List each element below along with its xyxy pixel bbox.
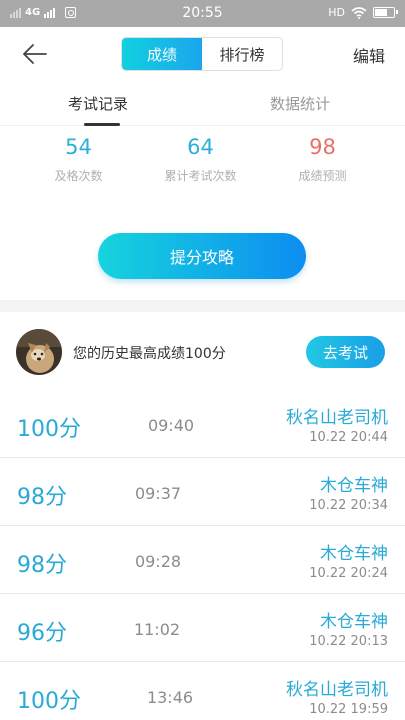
avatar	[16, 329, 62, 375]
record-date: 10.22 20:34	[309, 498, 388, 513]
record-row[interactable]: 98分 09:28 木仓车神 10.22 20:24	[0, 526, 405, 594]
edit-button[interactable]: 编辑	[353, 43, 385, 67]
record-duration: 09:37	[134, 484, 182, 503]
back-arrow-icon[interactable]	[20, 39, 50, 69]
status-bar: 4G 20:55 HD	[0, 0, 405, 27]
tab-score[interactable]: 成绩	[122, 38, 202, 70]
tab-leaderboard[interactable]: 排行榜	[202, 38, 282, 70]
record-user-name: 木仓车神	[320, 544, 388, 564]
stat-total-exams: 64 累计考试次数	[133, 135, 268, 184]
record-date: 10.22 20:13	[309, 634, 388, 649]
best-score-text: 您的历史最高成绩100分	[73, 346, 226, 362]
record-user-name: 秋名山老司机	[286, 680, 388, 700]
take-exam-button[interactable]: 去考试	[306, 336, 385, 368]
header: 成绩 排行榜 编辑	[0, 27, 405, 81]
record-duration: 09:28	[134, 552, 182, 571]
record-duration: 11:02	[133, 620, 181, 639]
record-score: 96分	[17, 621, 67, 646]
record-user-name: 木仓车神	[320, 476, 388, 496]
record-date: 10.22 20:44	[309, 430, 388, 445]
record-row[interactable]: 98分 09:37 木仓车神 10.22 20:34	[0, 458, 405, 526]
stat-pass-count: 54 及格次数	[11, 135, 146, 184]
battery-icon	[373, 7, 398, 18]
record-row[interactable]: 96分 11:02 木仓车神 10.22 20:13	[0, 594, 405, 662]
wifi-icon	[351, 6, 367, 19]
stat-value: 54	[65, 135, 92, 159]
active-tab-underline	[84, 123, 120, 126]
stat-value: 64	[187, 135, 214, 159]
record-score: 98分	[17, 485, 67, 510]
record-score: 100分	[17, 417, 81, 442]
segmented-control: 成绩 排行榜	[121, 37, 283, 71]
app-root: 4G 20:55 HD 成绩 排行榜 编辑 考试记录 数据统计 54 及格次数 …	[0, 0, 405, 720]
record-duration: 09:40	[147, 416, 195, 435]
record-row[interactable]: 100分 13:46 秋名山老司机 10.22 19:59	[0, 662, 405, 720]
record-user-name: 秋名山老司机	[286, 408, 388, 428]
hd-indicator: HD	[328, 6, 345, 19]
record-date: 10.22 20:24	[309, 566, 388, 581]
record-user-name: 木仓车神	[320, 612, 388, 632]
stat-label: 累计考试次数	[164, 169, 237, 183]
record-score: 100分	[17, 689, 81, 714]
stat-value: 98	[309, 135, 336, 159]
best-score-row: 您的历史最高成绩100分 去考试	[0, 312, 405, 390]
stat-label: 及格次数	[54, 169, 103, 183]
record-row[interactable]: 100分 09:40 秋名山老司机 10.22 20:44	[0, 390, 405, 458]
record-score: 98分	[17, 553, 67, 578]
improve-strategy-button[interactable]: 提分攻略	[98, 233, 306, 279]
sub-tabs: 考试记录 数据统计	[0, 81, 405, 126]
tab-data-stats[interactable]: 数据统计	[270, 93, 330, 114]
stat-score-prediction: 98 成绩预测	[255, 135, 390, 184]
exam-record-list: 100分 09:40 秋名山老司机 10.22 20:44 98分 09:37 …	[0, 390, 405, 720]
record-date: 10.22 19:59	[309, 702, 388, 717]
tab-exam-records[interactable]: 考试记录	[68, 93, 128, 114]
section-divider	[0, 300, 405, 312]
record-duration: 13:46	[146, 688, 194, 707]
stat-label: 成绩预测	[298, 169, 347, 183]
